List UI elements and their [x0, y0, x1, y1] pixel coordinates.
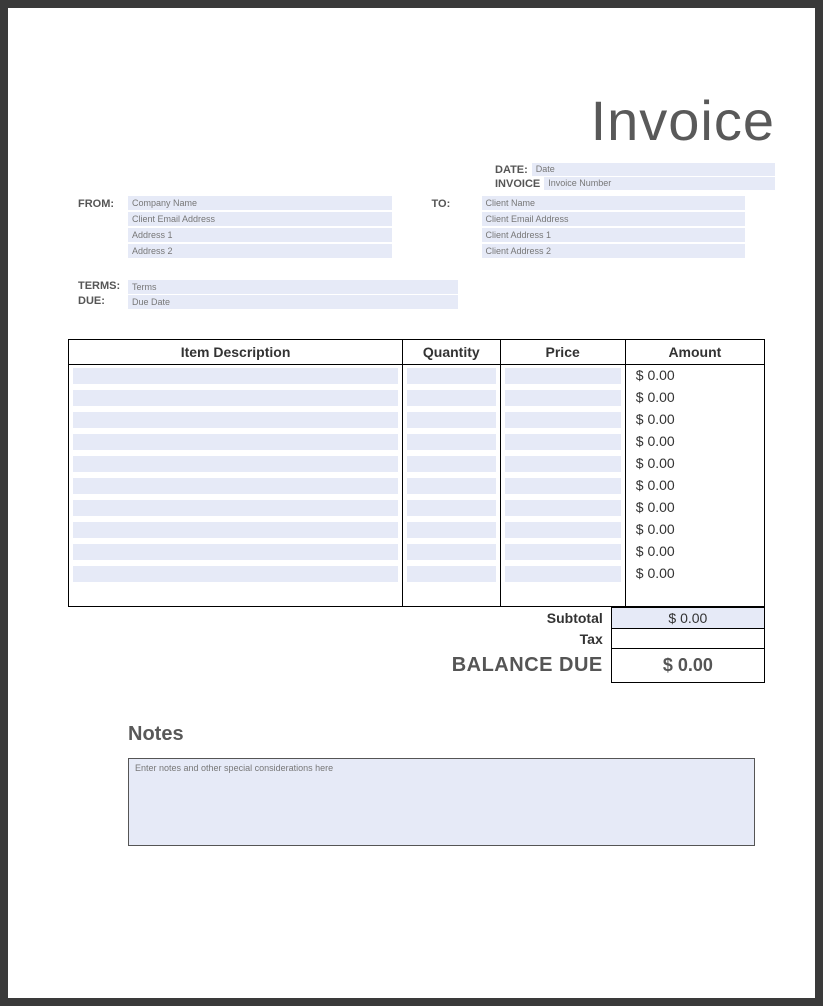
line-items-table: Item Description Quantity Price Amount $… — [68, 339, 765, 607]
col-header-price: Price — [500, 340, 625, 365]
line-item-field[interactable] — [505, 368, 621, 384]
table-row: $ 0.00 — [69, 453, 765, 475]
invoice-number-label: INVOICE — [495, 178, 540, 190]
tax-label: Tax — [68, 629, 611, 649]
line-item-field[interactable] — [73, 500, 398, 516]
invoice-number-field[interactable]: Invoice Number — [544, 177, 775, 190]
line-item-amount: $ 0.00 — [626, 411, 675, 427]
line-item-field[interactable] — [407, 456, 495, 472]
line-item-field[interactable] — [73, 368, 398, 384]
line-item-amount: $ 0.00 — [626, 367, 675, 383]
line-item-amount: $ 0.00 — [626, 565, 675, 581]
line-item-field[interactable] — [73, 434, 398, 450]
from-company-field[interactable]: Company Name — [128, 196, 392, 210]
due-field[interactable]: Due Date — [128, 295, 458, 309]
totals-table: Subtotal $ 0.00 Tax BALANCE DUE $ 0.00 — [68, 607, 765, 683]
to-block: TO: Client Name Client Email Address Cli… — [432, 196, 746, 260]
line-item-field[interactable] — [73, 412, 398, 428]
parties-section: FROM: Company Name Client Email Address … — [78, 196, 745, 260]
terms-block: TERMS: Terms DUE: Due Date — [78, 280, 458, 309]
line-item-amount: $ 0.00 — [626, 477, 675, 493]
terms-field[interactable]: Terms — [128, 280, 458, 294]
from-label: FROM: — [78, 196, 128, 260]
table-row: $ 0.00 — [69, 365, 765, 387]
line-item-field[interactable] — [505, 500, 621, 516]
line-item-field[interactable] — [73, 566, 398, 582]
line-item-field[interactable] — [407, 434, 495, 450]
subtotal-value: $ 0.00 — [611, 608, 764, 629]
table-row: $ 0.00 — [69, 409, 765, 431]
line-item-field[interactable] — [407, 390, 495, 406]
invoice-page: Invoice DATE: Date INVOICE Invoice Numbe… — [8, 8, 815, 998]
line-item-field[interactable] — [505, 434, 621, 450]
line-item-field[interactable] — [407, 566, 495, 582]
document-title: Invoice — [38, 88, 775, 153]
table-row: $ 0.00 — [69, 563, 765, 585]
from-block: FROM: Company Name Client Email Address … — [78, 196, 392, 260]
to-name-field[interactable]: Client Name — [482, 196, 746, 210]
notes-field[interactable]: Enter notes and other special considerat… — [128, 758, 755, 846]
line-item-field[interactable] — [407, 478, 495, 494]
line-item-amount: $ 0.00 — [626, 499, 675, 515]
from-address1-field[interactable]: Address 1 — [128, 228, 392, 242]
table-row: $ 0.00 — [69, 541, 765, 563]
table-row: $ 0.00 — [69, 431, 765, 453]
col-header-quantity: Quantity — [403, 340, 500, 365]
from-email-field[interactable]: Client Email Address — [128, 212, 392, 226]
table-row: $ 0.00 — [69, 387, 765, 409]
to-address2-field[interactable]: Client Address 2 — [482, 244, 746, 258]
notes-heading: Notes — [128, 723, 785, 746]
table-row: $ 0.00 — [69, 497, 765, 519]
balance-due-value: $ 0.00 — [611, 649, 764, 683]
table-row: $ 0.00 — [69, 519, 765, 541]
invoice-meta: DATE: Date INVOICE Invoice Number — [495, 163, 775, 190]
line-item-amount: $ 0.00 — [626, 433, 675, 449]
line-item-field[interactable] — [73, 544, 398, 560]
table-row: $ 0.00 — [69, 475, 765, 497]
subtotal-label: Subtotal — [68, 608, 611, 629]
line-item-field[interactable] — [73, 456, 398, 472]
line-item-field[interactable] — [73, 478, 398, 494]
to-email-field[interactable]: Client Email Address — [482, 212, 746, 226]
line-item-field[interactable] — [407, 500, 495, 516]
line-item-amount: $ 0.00 — [626, 543, 675, 559]
line-item-amount: $ 0.00 — [626, 521, 675, 537]
line-item-field[interactable] — [73, 522, 398, 538]
tax-value[interactable] — [611, 629, 764, 649]
line-item-field[interactable] — [407, 522, 495, 538]
to-address1-field[interactable]: Client Address 1 — [482, 228, 746, 242]
balance-due-label: BALANCE DUE — [68, 649, 611, 683]
line-item-amount: $ 0.00 — [626, 389, 675, 405]
line-item-amount: $ 0.00 — [626, 455, 675, 471]
line-item-field[interactable] — [505, 522, 621, 538]
terms-label: TERMS: — [78, 280, 128, 294]
line-item-field[interactable] — [407, 368, 495, 384]
line-item-field[interactable] — [505, 544, 621, 560]
line-item-field[interactable] — [505, 412, 621, 428]
line-item-field[interactable] — [505, 566, 621, 582]
col-header-amount: Amount — [625, 340, 764, 365]
due-label: DUE: — [78, 295, 128, 309]
line-item-field[interactable] — [505, 390, 621, 406]
col-header-description: Item Description — [69, 340, 403, 365]
date-label: DATE: — [495, 164, 528, 176]
line-item-field[interactable] — [407, 544, 495, 560]
date-field[interactable]: Date — [532, 163, 775, 176]
from-address2-field[interactable]: Address 2 — [128, 244, 392, 258]
line-item-field[interactable] — [73, 390, 398, 406]
line-item-field[interactable] — [407, 412, 495, 428]
line-item-field[interactable] — [505, 456, 621, 472]
to-label: TO: — [432, 196, 482, 260]
line-item-field[interactable] — [505, 478, 621, 494]
